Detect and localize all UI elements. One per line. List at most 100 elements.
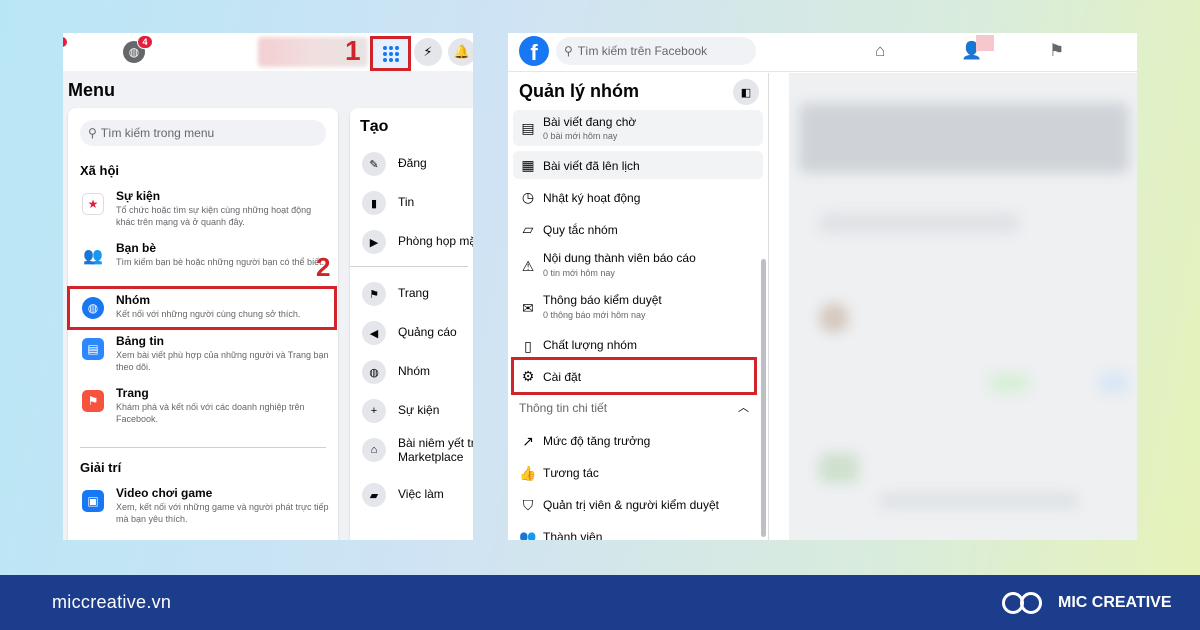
brand-mark-icon [1000, 589, 1048, 617]
menu-item-friends[interactable]: 👥 Bạn bè Tìm kiếm bạn bè hoặc những ngườ… [80, 241, 330, 285]
create-item-group[interactable]: ◍ Nhóm [362, 358, 473, 386]
chevron-up-icon[interactable]: ︿ [738, 399, 749, 415]
sidebar-item-label: Bài viết đang chờ [543, 115, 637, 129]
plus-icon: + [362, 399, 386, 423]
menu-item-desc: Xem, kết nối với những game và người phá… [116, 502, 329, 524]
sidebar-item-label: Thông báo kiểm duyệt [543, 293, 662, 307]
sidebar-item-engagement[interactable]: 👍 Tương tác [513, 460, 763, 486]
create-item-story[interactable]: ▮ Tin [362, 189, 473, 217]
blurred-group-content [789, 73, 1137, 540]
calendar-icon: ★ [82, 193, 104, 215]
create-menu-card: Tạo ✎ Đăng ▮ Tin ▶ Phòng họp mặ ⚑ Trang ◀ Quả… [350, 108, 473, 540]
sidebar-item-sub: 0 thông báo mới hôm nay [543, 310, 646, 320]
menu-item-feed[interactable]: ▤ Bảng tin Xem bài viết phù hợp của nhữn… [80, 334, 330, 378]
sidebar-item-label: Mức độ tăng trưởng [543, 434, 651, 448]
sidebar-item-label: Quản trị viên & người kiểm duyệt [543, 498, 719, 512]
footer-website[interactable]: miccreative.vn [52, 592, 171, 613]
sidebar-item-growth[interactable]: ↗ Mức độ tăng trưởng [513, 428, 763, 454]
menu-item-title: Video chơi game [116, 486, 213, 500]
flag-icon: ⚑ [362, 282, 386, 306]
sidebar-item-pending-posts[interactable]: ▤ Bài viết đang chờ 0 bài mới hôm nay [513, 110, 763, 146]
step-number-1: 1 [345, 35, 361, 66]
create-item-label: Tin [398, 195, 415, 209]
brand-logo: MIC CREATIVE [1000, 588, 1171, 618]
group-management-screenshot: f ⚲ Tìm kiếm trên Facebook ⌂ 👤 ⚑ Quản lý… [508, 33, 1137, 540]
create-item-label: Sự kiện [398, 403, 440, 417]
menu-item-desc: Tìm kiếm bạn bè hoặc những người bạn có … [116, 257, 325, 267]
messenger-button[interactable]: ⚡ [414, 38, 442, 66]
settings-highlight-box [511, 357, 757, 395]
notification-badge: 4 [137, 35, 153, 49]
create-item-label: Việc làm [398, 487, 444, 501]
menu-search-input[interactable]: ⚲ Tìm kiếm trong menu [80, 120, 326, 146]
sidebar-item-moderation-alerts[interactable]: ✉ Thông báo kiểm duyệt 0 thông báo mới h… [513, 289, 763, 325]
bell-icon: 🔔 [453, 44, 471, 59]
create-item-label: Bài niêm yết tr [398, 436, 473, 450]
members-icon: 👥 [519, 529, 537, 540]
notifications-button[interactable]: 🔔 [448, 38, 473, 66]
groups-highlight-box [67, 286, 337, 330]
menu-search-placeholder: Tìm kiếm trong menu [100, 126, 215, 140]
messenger-icon: ⚡ [423, 44, 433, 59]
create-item-label: Nhóm [398, 364, 431, 378]
facebook-search-input[interactable]: ⚲ Tìm kiếm trên Facebook [556, 37, 756, 65]
sidebar-item-sub: 0 bài mới hôm nay [543, 131, 618, 141]
create-item-post[interactable]: ✎ Đăng [362, 150, 473, 178]
sidebar-item-group-quality[interactable]: ▯ Chất lượng nhóm [513, 332, 763, 360]
menu-item-title: Bạn bè [116, 241, 157, 255]
like-icon: 👍 [519, 465, 537, 481]
menu-item-title: Bảng tin [116, 334, 164, 348]
create-item-label: Quảng cáo [398, 325, 457, 339]
sidebar-item-member-reported[interactable]: ⚠ Nội dung thành viên báo cáo 0 tin mới … [513, 247, 763, 283]
create-item-label: Phòng họp mặ [398, 234, 473, 248]
sidebar-item-label: Thành viên [543, 530, 603, 540]
sidebar-item-group-rules[interactable]: ▱ Quy tắc nhóm [513, 215, 763, 243]
video-icon: ▶ [362, 230, 386, 254]
menu-item-desc: Tổ chức hoặc tìm sự kiện cùng những hoạt… [116, 205, 312, 227]
create-item-page[interactable]: ⚑ Trang [362, 280, 473, 308]
create-item-label-line2: Marketplace [398, 450, 464, 464]
create-item-event[interactable]: + Sự kiện [362, 397, 473, 425]
create-divider [350, 266, 468, 267]
panel-toggle-icon[interactable]: ◧ [733, 79, 759, 105]
edit-icon: ✎ [362, 152, 386, 176]
insights-section-title: Thông tin chi tiết [519, 401, 608, 415]
megaphone-icon: ◀ [362, 321, 386, 345]
menu-item-pages[interactable]: ⚑ Trang Khám phá và kết nối với các doan… [80, 386, 330, 430]
home-icon[interactable]: ⌂ [875, 41, 885, 61]
create-item-label: Trang [398, 286, 429, 300]
menu-button[interactable] [370, 36, 411, 71]
shield-icon: ⛉ [522, 497, 534, 513]
menu-item-events[interactable]: ★ Sự kiện Tổ chức hoặc tìm sự kiện cùng … [80, 189, 330, 233]
facebook-logo-icon[interactable]: f [519, 36, 549, 66]
header-divider [508, 71, 1137, 72]
sidebar-item-sub: 0 tin mới hôm nay [543, 268, 615, 278]
create-item-ad[interactable]: ◀ Quảng cáo [362, 319, 473, 347]
feed-icon: ▤ [82, 338, 104, 360]
create-item-marketplace[interactable]: ⌂ Bài niêm yết tr Marketplace [362, 436, 473, 464]
create-item-room[interactable]: ▶ Phòng họp mặ [362, 228, 473, 256]
sidebar-item-activity-log[interactable]: ◷ Nhật ký hoạt động [513, 183, 763, 211]
clipboard-icon: ▯ [524, 338, 532, 354]
facebook-search-placeholder: Tìm kiếm trên Facebook [577, 44, 708, 58]
sidebar-item-scheduled-posts[interactable]: ▦ Bài viết đã lên lịch [513, 151, 763, 179]
sidebar-item-label: Chất lượng nhóm [543, 338, 637, 352]
menu-item-title: Sự kiện [116, 189, 161, 203]
entertainment-section-title: Giải trí [80, 460, 122, 475]
sidebar-item-label: Tương tác [543, 466, 599, 480]
menu-item-desc: Xem bài viết phù hợp của những người và … [116, 350, 329, 372]
sidebar-item-admins-moderators[interactable]: ⛉ Quản trị viên & người kiểm duyệt [513, 492, 763, 518]
clock-icon: ◷ [521, 189, 535, 205]
sidebar-item-members[interactable]: 👥 Thành viên [513, 524, 763, 540]
footer-bar: miccreative.vn MIC CREATIVE [0, 575, 1200, 630]
step-number-2: 2 [316, 252, 331, 282]
pending-icon: ▤ [521, 120, 535, 136]
create-item-job[interactable]: ▰ Việc làm [362, 481, 473, 509]
friends-icon: 👥 [82, 245, 104, 267]
sidebar-item-label: Bài viết đã lên lịch [543, 159, 640, 173]
flag-nav-icon[interactable]: ⚑ [1049, 41, 1064, 61]
create-item-label: Đăng [398, 156, 427, 170]
menu-item-gaming-video[interactable]: ▣ Video chơi game Xem, kết nối với những… [80, 486, 330, 530]
top-navbar: ◍ 4 1 ⚡ 🔔 [63, 33, 473, 71]
gaming-icon: ▣ [82, 490, 104, 512]
